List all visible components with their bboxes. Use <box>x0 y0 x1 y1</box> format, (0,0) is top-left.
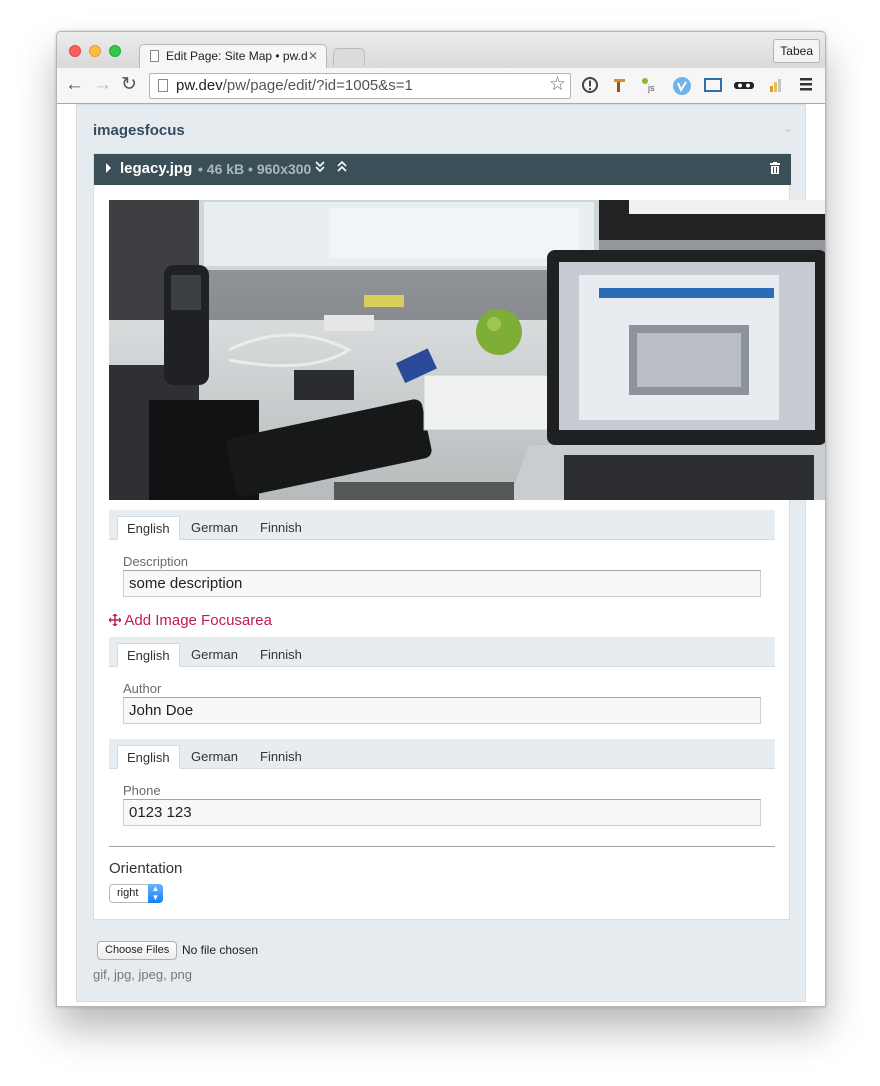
collapse-chevron-icon[interactable]: ⌄ <box>783 121 793 135</box>
author-language-tabs: English German Finnish <box>109 637 775 667</box>
title-bar: Edit Page: Site Map • pw.dev ✕ Tabea <box>57 32 825 68</box>
tab-finnish[interactable]: Finnish <box>251 745 311 769</box>
file-status: No file chosen <box>182 943 259 957</box>
tab-english[interactable]: English <box>117 516 180 540</box>
author-label: Author <box>123 681 162 696</box>
info-icon[interactable] <box>580 76 600 96</box>
trash-icon[interactable] <box>770 161 780 174</box>
close-window-button[interactable] <box>69 45 81 57</box>
browser-window: Edit Page: Site Map • pw.dev ✕ Tabea ← →… <box>56 31 826 1007</box>
divider <box>109 846 775 847</box>
page-icon <box>150 50 159 62</box>
add-focusarea-label: Add Image Focusarea <box>124 612 272 629</box>
tab-close-icon[interactable]: ✕ <box>308 45 318 68</box>
description-label: Description <box>123 554 189 569</box>
image-filename[interactable]: legacy.jpg <box>120 160 192 177</box>
js-extension-icon[interactable]: js <box>640 76 660 96</box>
new-tab-button[interactable] <box>333 48 365 66</box>
tab-finnish[interactable]: Finnish <box>251 516 311 540</box>
back-arrow-icon[interactable]: ← <box>65 74 84 96</box>
tab-german[interactable]: German <box>182 516 247 540</box>
move-down-icon[interactable] <box>315 161 325 175</box>
phone-label: Phone <box>123 783 161 798</box>
forward-arrow-icon[interactable]: → <box>93 74 112 96</box>
orientation-select[interactable]: right ▲ ▼ <box>109 884 163 903</box>
add-focusarea-link[interactable]: Add Image Focusarea <box>108 612 272 629</box>
imagesfocus-field: imagesfocus ⌄ legacy.jpg • 46 kB • 960x3… <box>76 104 825 1002</box>
minimize-window-button[interactable] <box>89 45 101 57</box>
incognito-mask-icon[interactable] <box>733 76 754 96</box>
address-bar[interactable]: pw.dev/pw/page/edit/?id=1005&s=1 ☆ <box>149 73 571 99</box>
image-header-bar: legacy.jpg • 46 kB • 960x300 <box>94 154 791 185</box>
orientation-value: right <box>117 887 139 899</box>
description-input[interactable]: some description <box>123 570 761 597</box>
tab-german[interactable]: German <box>182 745 247 769</box>
zoom-window-button[interactable] <box>109 45 121 57</box>
crosshair-icon <box>108 612 122 629</box>
orientation-label: Orientation <box>109 860 183 877</box>
tab-title: Edit Page: Site Map • pw.dev <box>166 49 308 63</box>
page-icon <box>158 79 168 92</box>
move-up-icon[interactable] <box>337 160 347 175</box>
allowed-extensions: gif, jpg, jpeg, png <box>93 967 193 982</box>
choose-files-button[interactable]: Choose Files <box>97 941 178 960</box>
tab-german[interactable]: German <box>182 643 247 667</box>
bars-extension-icon[interactable] <box>765 76 785 96</box>
phone-input[interactable]: 0123 123 <box>123 799 761 826</box>
image-preview[interactable] <box>109 200 825 500</box>
hammer-icon[interactable] <box>610 76 630 96</box>
reload-icon[interactable]: ↻ <box>121 74 137 96</box>
browser-tab[interactable]: Edit Page: Site Map • pw.dev ✕ <box>139 44 327 68</box>
tab-finnish[interactable]: Finnish <box>251 643 311 667</box>
tab-english[interactable]: English <box>117 745 180 769</box>
select-arrows-icon: ▲ ▼ <box>148 884 163 903</box>
page-viewport: imagesfocus ⌄ legacy.jpg • 46 kB • 960x3… <box>57 104 825 1006</box>
image-meta: • 46 kB • 960x300 <box>198 161 312 177</box>
vimeo-extension-icon[interactable] <box>672 76 692 96</box>
browser-toolbar: ← → ↻ pw.dev/pw/page/edit/?id=1005&s=1 ☆… <box>57 68 825 104</box>
screenshot-icon[interactable] <box>703 76 723 96</box>
bookmark-star-icon[interactable]: ☆ <box>549 73 566 97</box>
author-input[interactable]: John Doe <box>123 697 761 724</box>
description-language-tabs: English German Finnish <box>109 510 775 540</box>
url-text: pw.dev/pw/page/edit/?id=1005&s=1 <box>176 77 413 94</box>
tab-english[interactable]: English <box>117 643 180 667</box>
phone-language-tabs: English German Finnish <box>109 739 775 769</box>
field-title[interactable]: imagesfocus <box>93 122 185 139</box>
profile-button[interactable]: Tabea <box>773 39 820 63</box>
image-item: legacy.jpg • 46 kB • 960x300 English Ger… <box>93 153 825 920</box>
svg-text:js: js <box>647 83 655 93</box>
expand-caret-icon[interactable] <box>106 163 111 173</box>
menu-icon[interactable] <box>796 76 816 96</box>
